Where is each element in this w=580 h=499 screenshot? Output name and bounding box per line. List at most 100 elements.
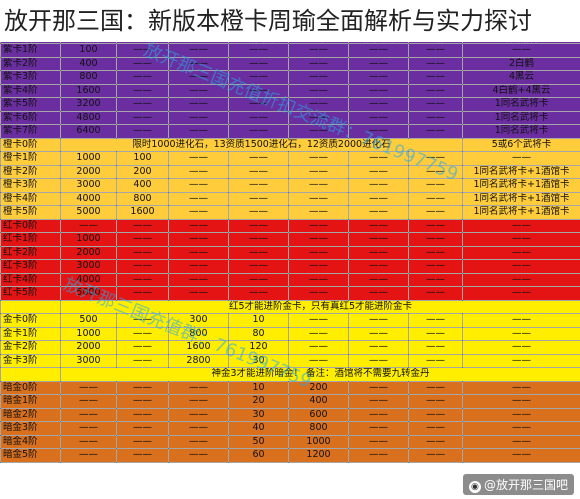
table-cell: —— (60, 218, 117, 233)
table-row: 红卡1阶 1000 —— —— —— —— —— —— —— (0, 232, 580, 247)
table-row: 橙卡2阶 2000 200 —— —— —— —— —— 1同名武将卡+1酒馆卡 (0, 164, 580, 179)
table-cell: 1000 (60, 151, 117, 166)
table-cell: —— (168, 164, 229, 179)
table-cell: —— (288, 326, 349, 341)
table-cell: —— (116, 97, 169, 112)
table-cell: 400 (116, 178, 169, 193)
table-cell: —— (462, 272, 580, 287)
table-cell: —— (168, 97, 229, 112)
table-cell: —— (228, 245, 289, 260)
table-cell: —— (228, 164, 289, 179)
stage-cell: 红卡5阶 (0, 286, 61, 301)
table-cell: 1同名武将卡+1酒馆卡 (462, 178, 580, 193)
stage-cell: 紫卡4阶 (0, 83, 61, 98)
stage-cell: 紫卡5阶 (0, 97, 61, 112)
stage-cell: 橙卡0阶 (0, 137, 61, 152)
table-cell: —— (348, 124, 409, 139)
stage-cell: 紫卡7阶 (0, 124, 61, 139)
table-cell: —— (462, 340, 580, 355)
table-cell: 300 (168, 313, 229, 328)
table-cell: —— (408, 56, 463, 71)
table-row: 紫卡7阶 6400 —— —— —— —— —— —— 1同名武将卡 (0, 124, 580, 139)
table-cell: —— (348, 232, 409, 247)
table-cell: —— (168, 259, 229, 274)
table-cell: —— (288, 110, 349, 125)
table-cell: —— (408, 232, 463, 247)
stage-cell: 紫卡2阶 (0, 56, 61, 71)
table-cell: —— (168, 83, 229, 98)
table-cell: —— (408, 124, 463, 139)
stage-cell: 暗金5阶 (0, 448, 61, 463)
table-cell: —— (168, 56, 229, 71)
table-cell: —— (288, 83, 349, 98)
table-cell: —— (116, 286, 169, 301)
stage-cell: 橙卡2阶 (0, 164, 61, 179)
table-cell: —— (348, 448, 409, 463)
stage-cell (0, 367, 61, 382)
table-cell: 800 (168, 326, 229, 341)
table-cell: —— (348, 205, 409, 220)
table-cell: 1同名武将卡+1酒馆卡 (462, 191, 580, 206)
table-cell: —— (168, 205, 229, 220)
table-cell: —— (168, 434, 229, 449)
stage-cell: 紫卡6阶 (0, 110, 61, 125)
table-cell: —— (408, 191, 463, 206)
table-row: 红5才能进阶金卡，只有真红5才能进阶金卡 (0, 299, 580, 314)
table-cell: —— (288, 259, 349, 274)
stage-cell: 金卡3阶 (0, 353, 61, 368)
table-cell: 30 (228, 407, 289, 422)
table-row: 红卡0阶 —— —— —— —— —— —— —— —— (0, 218, 580, 233)
table-cell: —— (116, 83, 169, 98)
table-cell: —— (168, 178, 229, 193)
note-cell: 红5才能进阶金卡，只有真红5才能进阶金卡 (60, 299, 580, 314)
table-row: 暗金4阶 —— —— —— 50 1000 —— —— —— (0, 434, 580, 449)
table-cell: —— (116, 326, 169, 341)
stage-cell: 暗金4阶 (0, 434, 61, 449)
table-row: 红卡2阶 2000 —— —— —— —— —— —— —— (0, 245, 580, 260)
table-cell: —— (116, 232, 169, 247)
table-cell: —— (228, 218, 289, 233)
stage-cell: 红卡0阶 (0, 218, 61, 233)
table-row: 暗金2阶 —— —— —— 30 600 —— —— —— (0, 407, 580, 422)
table-cell: 400 (60, 56, 117, 71)
table-cell: —— (408, 151, 463, 166)
table-cell: —— (228, 124, 289, 139)
table-cell: 1同名武将卡+1酒馆卡 (462, 164, 580, 179)
table-cell: —— (288, 191, 349, 206)
table-cell: —— (408, 380, 463, 395)
table-cell: —— (408, 434, 463, 449)
table-cell: 100 (60, 43, 117, 58)
table-cell: —— (60, 448, 117, 463)
table-cell: 5000 (60, 205, 117, 220)
table-cell: —— (116, 421, 169, 436)
table-row: 神金3才能进阶暗金！ 备注：酒馆将不需要九转金丹 (0, 367, 580, 382)
table-row: 暗金1阶 —— —— —— 20 400 —— —— —— (0, 394, 580, 409)
table-cell: 60 (228, 448, 289, 463)
table-cell: —— (288, 164, 349, 179)
table-row: 紫卡2阶 400 —— —— —— —— —— —— 2白鹤 (0, 56, 580, 71)
table-cell: —— (228, 191, 289, 206)
table-cell: —— (408, 164, 463, 179)
page-title: 放开那三国：新版本橙卡周瑜全面解析与实力探讨 (0, 0, 580, 42)
table-cell: —— (168, 151, 229, 166)
table-cell: —— (348, 164, 409, 179)
table-cell: 4黑云 (462, 70, 580, 85)
table-cell: —— (228, 97, 289, 112)
table-cell: —— (228, 110, 289, 125)
table-cell: —— (462, 407, 580, 422)
table-cell: 20 (228, 394, 289, 409)
table-cell: —— (408, 272, 463, 287)
stage-cell: 暗金2阶 (0, 407, 61, 422)
logo-badge: ◉ @放开那三国吧 (462, 474, 574, 495)
stage-cell: 暗金0阶 (0, 380, 61, 395)
table-cell: 120 (228, 340, 289, 355)
table-cell: 6400 (60, 124, 117, 139)
table-cell: —— (462, 313, 580, 328)
table-cell: —— (168, 407, 229, 422)
table-row: 金卡3阶 3000 —— 2800 30 —— —— —— —— (0, 353, 580, 368)
table-cell: —— (408, 218, 463, 233)
table-cell: —— (348, 380, 409, 395)
table-cell: —— (168, 245, 229, 260)
table-cell: 3000 (60, 178, 117, 193)
table-cell: —— (116, 313, 169, 328)
